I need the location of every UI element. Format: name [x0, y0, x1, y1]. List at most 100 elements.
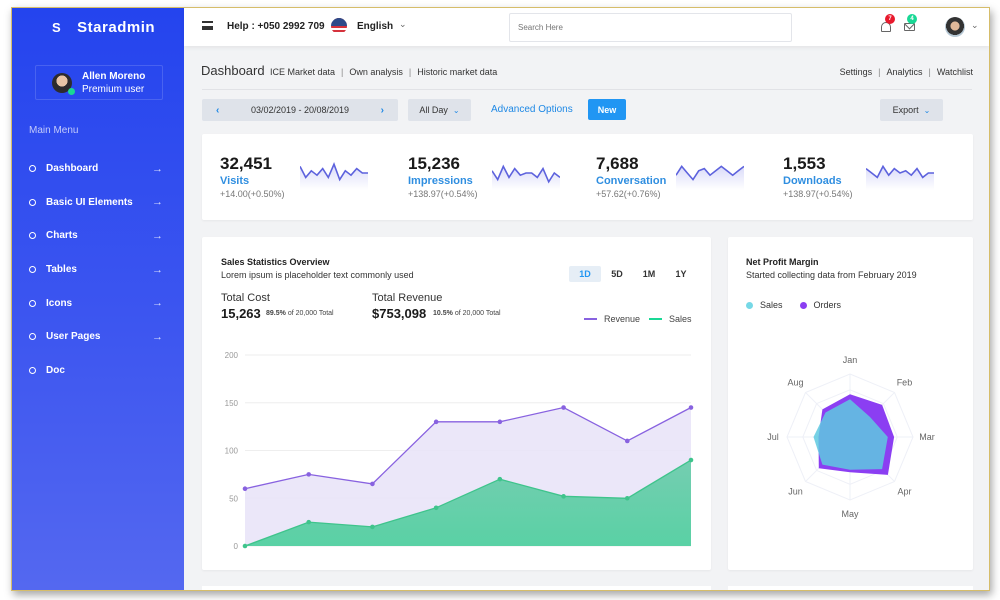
y-tick-label: 50: [229, 494, 238, 503]
circle-icon: [29, 299, 36, 307]
stat-label: Visits: [220, 175, 250, 187]
chevron-down-icon[interactable]: ⌄: [971, 20, 979, 31]
language-selector[interactable]: English: [357, 21, 393, 32]
stat-change: +138.97(+0.54%): [408, 189, 478, 199]
sidebar: S Staradmin Allen Moreno Premium user Ma…: [12, 8, 184, 590]
link-ice-market-data[interactable]: ICE Market data: [270, 67, 335, 77]
sidebar-item-doc[interactable]: Doc: [12, 354, 184, 388]
stat-value: 1,553: [783, 154, 826, 173]
menu-title: Main Menu: [29, 125, 79, 136]
stat-value: 32,451: [220, 154, 272, 173]
sidebar-item-dashboard[interactable]: Dashboard →: [12, 152, 184, 186]
sales-point: [433, 505, 439, 511]
radar-axis-label: Apr: [897, 486, 911, 496]
net-profit-radar-chart: Jan Feb Mar Apr May Jun Jul Aug: [767, 355, 935, 519]
y-tick-label: 0: [234, 542, 239, 551]
chevron-down-icon[interactable]: ⌄: [399, 19, 407, 30]
sidebar-item-label: User Pages: [46, 331, 101, 343]
chevron-right-icon[interactable]: ›: [381, 105, 384, 116]
chevron-down-icon: ⌄: [452, 105, 460, 115]
revenue-point: [688, 405, 694, 410]
mail-icon[interactable]: [904, 23, 915, 31]
messages-badge: 4: [907, 14, 917, 24]
stat-value: 15,236: [408, 154, 460, 173]
period-dropdown[interactable]: All Day ⌄: [408, 99, 471, 121]
new-button[interactable]: New: [588, 99, 626, 120]
stat-change: +138.97(+0.54%): [783, 189, 853, 199]
divider: [202, 89, 972, 90]
circle-icon: [29, 165, 36, 173]
stat-conversation: 7,688 Conversation +57.62(+0.76%): [596, 154, 666, 199]
stat-visits: 32,451 Visits +14.00(+0.50%): [220, 154, 285, 199]
arrow-right-icon: →: [152, 263, 163, 276]
radar-axis-label: May: [841, 509, 859, 519]
link-analytics[interactable]: Analytics: [886, 67, 922, 77]
arrow-right-icon: →: [152, 330, 163, 343]
arrow-right-icon: →: [152, 162, 163, 175]
sidebar-menu: Dashboard → Basic UI Elements → Charts → Ta…: [12, 152, 184, 387]
search-input[interactable]: [509, 13, 792, 42]
brand-logo: S: [52, 19, 62, 35]
help-phone: Help : +050 2992 709: [227, 21, 325, 32]
stat-impressions: 15,236 Impressions +138.97(+0.54%): [408, 154, 478, 199]
sparkline-downloads: [866, 164, 934, 190]
separator: |: [408, 67, 412, 77]
us-flag-icon[interactable]: [331, 18, 347, 34]
stats-card: 32,451 Visits +14.00(+0.50%) 15,236 Impr…: [202, 134, 973, 220]
sales-area-chart: 0 50 100 150 200: [225, 351, 694, 551]
sparkline-fill: [676, 166, 744, 190]
stat-label: Conversation: [596, 175, 667, 187]
sidebar-item-tables[interactable]: Tables →: [12, 253, 184, 287]
circle-icon: [29, 198, 36, 206]
radar-axis-label: Jan: [843, 355, 858, 365]
online-status-dot: [68, 87, 75, 95]
topbar: Help : +050 2992 709 English ⌄ 7 4 ⌄: [184, 8, 989, 46]
period-label: All Day: [419, 105, 448, 115]
sidebar-item-label: Doc: [46, 364, 65, 376]
stat-label: Downloads: [783, 175, 842, 187]
sales-point: [688, 457, 694, 463]
chevron-down-icon: ⌄: [923, 105, 931, 115]
page-title: Dashboard: [201, 63, 265, 78]
user-avatar[interactable]: [945, 17, 965, 37]
profile-card[interactable]: Allen Moreno Premium user: [35, 65, 163, 100]
sparkline-fill: [866, 166, 934, 190]
sales-point: [242, 543, 248, 549]
revenue-point: [497, 419, 503, 425]
bottom-card: [728, 586, 973, 590]
date-range-picker[interactable]: ‹ 03/02/2019 - 20/08/2019 ›: [202, 99, 398, 121]
sparkline-conversation: [676, 165, 744, 190]
stat-downloads: 1,553 Downloads +138.97(+0.54%): [783, 154, 853, 199]
link-historic-market-data[interactable]: Historic market data: [417, 67, 497, 77]
advanced-options-link[interactable]: Advanced Options: [491, 104, 573, 115]
radar-axis-label: Feb: [897, 378, 913, 388]
radar-axis-label: Jul: [767, 432, 779, 442]
sidebar-item-basic-ui-elements[interactable]: Basic UI Elements →: [12, 186, 184, 220]
chevron-left-icon[interactable]: ‹: [216, 105, 219, 116]
sidebar-item-icons[interactable]: Icons →: [12, 286, 184, 320]
link-watchlist[interactable]: Watchlist: [937, 67, 973, 77]
link-settings[interactable]: Settings: [840, 67, 873, 77]
link-own-analysis[interactable]: Own analysis: [349, 67, 403, 77]
date-range-text: 03/02/2019 - 20/08/2019: [250, 105, 350, 115]
sidebar-item-label: Icons: [46, 297, 73, 309]
circle-icon: [29, 232, 36, 240]
arrow-right-icon: →: [152, 297, 163, 310]
sidebar-item-user-pages[interactable]: User Pages →: [12, 320, 184, 354]
header-sublinks: ICE Market data | Own analysis | Historic ma…: [270, 67, 497, 77]
hamburger-menu-icon[interactable]: [202, 21, 213, 30]
sidebar-item-charts[interactable]: Charts →: [12, 219, 184, 253]
sales-point: [624, 495, 630, 501]
circle-icon: [29, 266, 36, 274]
export-dropdown[interactable]: Export ⌄: [880, 99, 943, 121]
stat-value: 7,688: [596, 154, 639, 173]
sparkline-fill: [300, 164, 368, 190]
radar-axis-label: Jun: [788, 486, 803, 496]
sales-point: [561, 494, 566, 499]
brand[interactable]: S Staradmin: [12, 8, 184, 46]
export-label: Export: [892, 105, 919, 115]
bottom-card: [202, 586, 711, 590]
sparkline-visits: [300, 162, 368, 190]
sidebar-item-label: Tables: [46, 264, 77, 276]
stat-change: +14.00(+0.50%): [220, 189, 285, 199]
